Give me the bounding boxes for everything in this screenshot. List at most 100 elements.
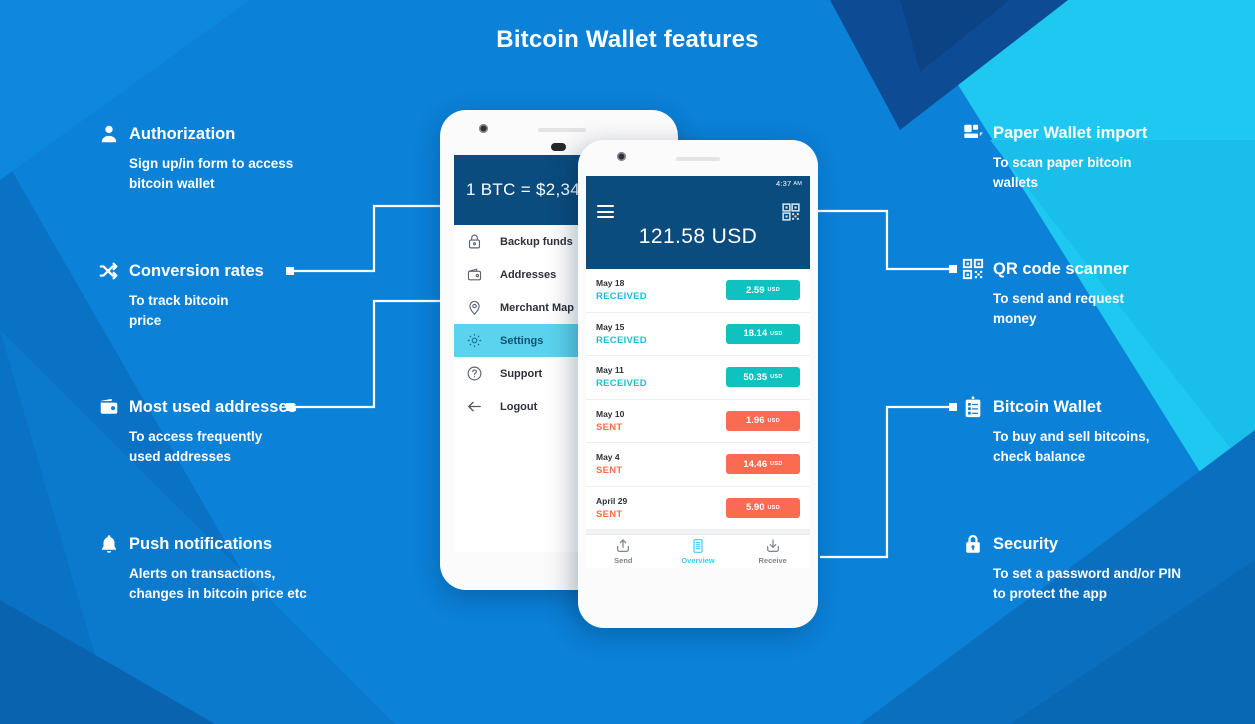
transaction-currency: USD — [770, 461, 783, 468]
transaction-status: RECEIVED — [596, 334, 647, 346]
lock-icon — [966, 534, 980, 553]
speaker-grille — [538, 128, 586, 132]
transaction-date: May 4 — [596, 452, 620, 463]
nav-item-label: Send — [614, 556, 633, 565]
feature-push-notifications: Push notifications Alerts on transaction… — [98, 533, 307, 603]
feature-title: Paper Wallet import — [993, 123, 1148, 142]
send-icon — [617, 539, 630, 552]
transaction-amount-badge: 5.90 USD — [726, 497, 800, 518]
infographic-canvas: Bitcoin Wallet features Authorization Si… — [0, 0, 1255, 724]
transaction-amount: 1.96 — [745, 415, 765, 427]
wallet-balance: 121.58 USD — [638, 225, 758, 248]
feature-title: Authorization — [129, 124, 236, 143]
nav-item-send[interactable]: Send — [586, 538, 661, 565]
transaction-amount-badge: 50.35 USD — [726, 367, 800, 388]
menu-item-label: Merchant Map — [500, 301, 574, 314]
transaction-info: May 10 SENT — [596, 409, 624, 433]
transaction-amount-badge: 18.14 USD — [726, 323, 800, 344]
clipboard-icon — [965, 396, 981, 418]
feature-header: Authorization — [98, 123, 293, 145]
feature-conversion-rates: Conversion rates To track bitcoin price — [98, 260, 264, 330]
nav-item-receive[interactable]: Receive — [735, 538, 810, 565]
feature-description: To scan paper bitcoin wallets — [993, 155, 1132, 190]
status-time: 4:37 — [775, 179, 792, 188]
transaction-status: SENT — [596, 465, 623, 477]
feature-header: Bitcoin Wallet — [962, 396, 1150, 418]
transaction-info: May 15 RECEIVED — [596, 322, 647, 346]
feature-qr-code-scanner: QR code scanner To send and request mone… — [962, 258, 1129, 328]
transaction-status: RECEIVED — [596, 378, 647, 390]
user-icon — [101, 125, 117, 143]
transaction-currency: USD — [767, 504, 780, 511]
feature-title: Conversion rates — [129, 261, 264, 280]
feature-header: Most used addresses — [98, 396, 297, 418]
front-camera-icon — [479, 124, 488, 133]
phone-front-screen: 4:37 AM 121.58 USD May 18 RECEIVED 2.59 … — [586, 176, 810, 568]
transaction-currency: USD — [767, 287, 780, 294]
feature-header: QR code scanner — [962, 258, 1129, 280]
nav-item-label: Overview — [681, 556, 715, 565]
feature-title: Bitcoin Wallet — [993, 397, 1102, 416]
feature-description: Sign up/in form to access bitcoin wallet — [129, 156, 294, 191]
table-row[interactable]: May 4 SENT 14.46 USD — [586, 443, 810, 487]
feature-description: To buy and sell bitcoins, check balance — [993, 429, 1150, 464]
feature-header: Security — [962, 533, 1181, 555]
map-pin-icon — [469, 300, 480, 316]
nav-item-overview[interactable]: Overview — [661, 538, 736, 565]
menu-item-label: Support — [500, 367, 543, 380]
transaction-list[interactable]: May 18 RECEIVED 2.59 USD May 15 RECEIVED… — [586, 269, 810, 534]
feature-description: To track bitcoin price — [129, 293, 229, 328]
transaction-amount: 50.35 — [743, 371, 768, 383]
transaction-currency: USD — [767, 417, 780, 424]
transaction-status: RECEIVED — [596, 291, 647, 303]
gear-icon — [467, 333, 482, 348]
speaker-grille — [676, 157, 720, 161]
transaction-amount: 14.46 — [743, 458, 768, 470]
transaction-info: May 4 SENT — [596, 452, 623, 476]
feature-title: Most used addresses — [129, 397, 297, 416]
qr-code-icon[interactable] — [782, 203, 800, 221]
transaction-date: May 11 — [596, 365, 624, 376]
table-row[interactable]: May 15 RECEIVED 18.14 USD — [586, 312, 810, 356]
hamburger-menu-icon[interactable] — [597, 205, 614, 218]
feature-title: QR code scanner — [993, 259, 1129, 278]
proximity-sensor-icon — [551, 143, 566, 151]
shuffle-icon — [99, 262, 118, 280]
feature-title: Push notifications — [129, 534, 273, 553]
menu-item-label: Settings — [500, 334, 544, 347]
transaction-amount-badge: 14.46 USD — [726, 454, 800, 475]
transaction-date: May 10 — [596, 408, 625, 419]
question-icon — [467, 366, 482, 381]
transaction-status: SENT — [596, 508, 623, 520]
table-row[interactable]: May 18 RECEIVED 2.59 USD — [586, 269, 810, 313]
feature-bitcoin-wallet: Bitcoin Wallet To buy and sell bitcoins,… — [962, 396, 1150, 466]
status-bar: 4:37 AM — [586, 176, 810, 191]
transaction-amount: 5.90 — [745, 502, 765, 514]
front-camera-icon — [617, 152, 626, 161]
arrow-left-icon — [468, 401, 481, 412]
feature-description: To access frequently used addresses — [129, 429, 263, 464]
transaction-amount: 2.59 — [745, 284, 765, 296]
feature-authorization: Authorization Sign up/in form to access … — [98, 123, 293, 193]
feature-paper-wallet-import: Paper Wallet import To scan paper bitcoi… — [962, 122, 1147, 192]
transaction-date: May 18 — [596, 278, 625, 289]
transaction-amount-badge: 2.59 USD — [726, 280, 800, 301]
qr-code-icon — [962, 258, 984, 280]
receive-icon — [766, 539, 779, 552]
feature-description: To set a password and/or PIN to protect … — [993, 566, 1182, 601]
transaction-info: May 18 RECEIVED — [596, 278, 647, 302]
nav-item-label: Receive — [758, 556, 787, 565]
table-row[interactable]: April 29 SENT 5.90 USD — [586, 486, 810, 530]
table-row[interactable]: May 10 SENT 1.96 USD — [586, 399, 810, 443]
feature-header: Paper Wallet import — [962, 122, 1147, 144]
menu-item-label: Logout — [500, 400, 538, 413]
table-row[interactable]: May 11 RECEIVED 50.35 USD — [586, 356, 810, 400]
transaction-amount-badge: 1.96 USD — [726, 410, 800, 431]
page-title: Bitcoin Wallet features — [496, 26, 759, 53]
feature-header: Conversion rates — [98, 260, 264, 282]
feature-description: To send and request money — [993, 291, 1125, 326]
lock-icon — [468, 234, 481, 249]
bottom-navigation[interactable]: Send Overview Receive — [586, 534, 810, 568]
wallet-icon — [467, 268, 482, 281]
paper-import-icon — [964, 124, 983, 139]
